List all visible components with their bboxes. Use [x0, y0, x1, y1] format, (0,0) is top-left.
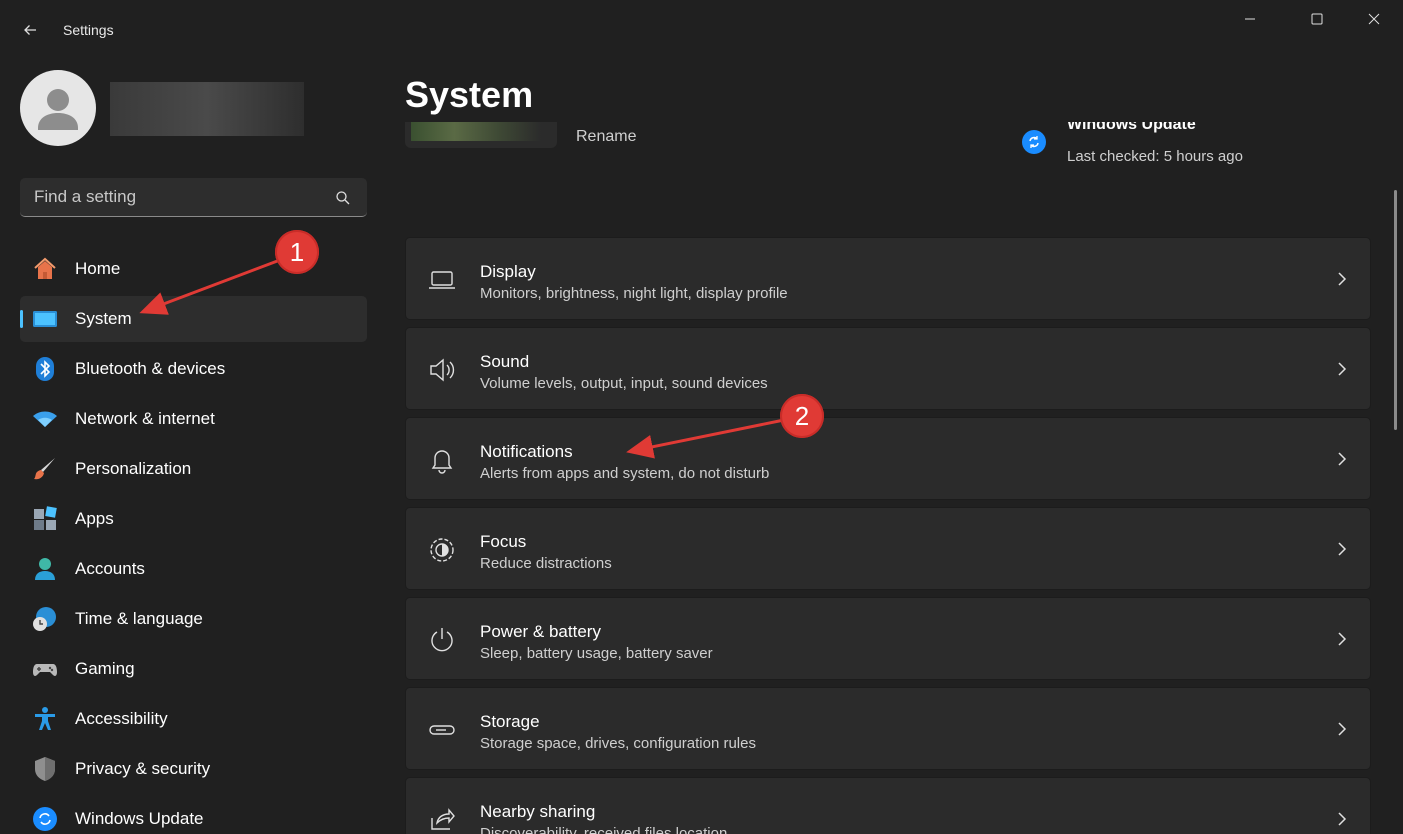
sidebar-item-label: Personalization — [75, 459, 192, 478]
update-icon — [32, 806, 58, 832]
card-power-battery[interactable]: Power & battery Sleep, battery usage, ba… — [405, 597, 1371, 680]
close-icon — [1368, 13, 1380, 25]
sidebar-item-privacy[interactable]: Privacy & security — [20, 746, 367, 792]
chevron-right-icon — [1334, 628, 1350, 650]
storage-icon — [428, 716, 456, 744]
sidebar-item-gaming[interactable]: Gaming — [20, 646, 367, 692]
page-title: System — [405, 74, 534, 115]
rename-link[interactable]: Rename — [576, 128, 636, 146]
search-icon[interactable] — [335, 190, 351, 206]
chevron-right-icon — [1334, 808, 1350, 830]
sidebar-item-windows-update[interactable]: Windows Update — [20, 796, 367, 834]
apps-icon — [32, 506, 58, 532]
avatar[interactable] — [20, 70, 96, 146]
system-icon — [32, 306, 58, 332]
card-subtitle: Sleep, battery usage, battery saver — [480, 645, 713, 662]
card-display[interactable]: Display Monitors, brightness, night ligh… — [405, 237, 1371, 320]
card-title: Notifications — [480, 442, 573, 461]
sidebar-item-accessibility[interactable]: Accessibility — [20, 696, 367, 742]
sidebar-item-accounts[interactable]: Accounts — [20, 546, 367, 592]
speaker-icon — [428, 356, 456, 384]
chevron-right-icon — [1334, 448, 1350, 470]
card-nearby-sharing[interactable]: Nearby sharing Discoverability, received… — [405, 777, 1371, 834]
maximize-icon — [1311, 13, 1323, 25]
sidebar-item-personalization[interactable]: Personalization — [20, 446, 367, 492]
card-title: Focus — [480, 532, 527, 551]
sidebar-item-label: Bluetooth & devices — [75, 359, 226, 378]
scrollbar[interactable] — [1394, 190, 1397, 430]
accessibility-icon — [32, 706, 58, 732]
shield-icon — [32, 756, 58, 782]
device-thumbnail — [405, 122, 557, 148]
home-icon — [32, 256, 58, 282]
accounts-icon — [32, 556, 58, 582]
card-subtitle: Volume levels, output, input, sound devi… — [480, 375, 768, 392]
card-subtitle: Alerts from apps and system, do not dist… — [480, 465, 770, 482]
sidebar-item-label: Network & internet — [75, 409, 215, 428]
globe-clock-icon — [32, 606, 58, 632]
focus-icon — [428, 536, 456, 564]
minimize-icon — [1245, 18, 1255, 20]
sidebar-item-time-language[interactable]: Time & language — [20, 596, 367, 642]
windows-update-status: Last checked: 5 hours ago — [1067, 148, 1243, 165]
card-subtitle: Reduce distractions — [480, 555, 612, 572]
card-subtitle: Storage space, drives, configuration rul… — [480, 735, 756, 752]
profile-name-redacted — [110, 82, 304, 136]
chevron-right-icon — [1334, 538, 1350, 560]
search-input[interactable] — [20, 178, 367, 216]
maximize-button[interactable] — [1294, 0, 1340, 38]
card-sound[interactable]: Sound Volume levels, output, input, soun… — [405, 327, 1371, 410]
card-focus[interactable]: Focus Reduce distractions — [405, 507, 1371, 590]
settings-list: Display Monitors, brightness, night ligh… — [405, 237, 1371, 834]
card-title: Sound — [480, 352, 530, 371]
update-icon[interactable] — [1022, 130, 1046, 154]
sidebar-item-label: System — [75, 309, 132, 328]
sidebar-item-apps[interactable]: Apps — [20, 496, 367, 542]
search-box[interactable] — [20, 178, 367, 217]
sidebar-item-label: Home — [75, 259, 121, 278]
sidebar-item-bluetooth[interactable]: Bluetooth & devices — [20, 346, 367, 392]
sidebar-item-label: Apps — [75, 509, 114, 528]
annotation-badge-1: 1 — [275, 230, 319, 274]
card-title: Display — [480, 262, 536, 281]
chevron-right-icon — [1334, 268, 1350, 290]
sidebar-item-system[interactable]: System — [20, 296, 367, 342]
bluetooth-icon — [32, 356, 58, 382]
power-icon — [428, 626, 456, 654]
card-title: Storage — [480, 712, 540, 731]
windows-update-title[interactable]: Windows Update — [1067, 122, 1267, 138]
title-bar: Settings — [0, 0, 1403, 60]
chevron-right-icon — [1334, 358, 1350, 380]
card-subtitle: Monitors, brightness, night light, displ… — [480, 285, 788, 302]
gamepad-icon — [32, 656, 58, 682]
back-arrow-icon — [24, 25, 36, 35]
back-button[interactable] — [14, 14, 46, 46]
close-button[interactable] — [1351, 0, 1397, 38]
card-subtitle: Discoverability, received files location — [480, 825, 728, 834]
sidebar-item-label: Time & language — [75, 609, 203, 628]
sidebar-item-network[interactable]: Network & internet — [20, 396, 367, 442]
card-notifications[interactable]: Notifications Alerts from apps and syste… — [405, 417, 1371, 500]
wifi-icon — [32, 406, 58, 432]
sidebar-nav: Home System Bluetooth & devices Network … — [20, 246, 367, 834]
brush-icon — [32, 456, 58, 482]
sidebar-item-label: Accounts — [75, 559, 145, 578]
card-title: Power & battery — [480, 622, 601, 641]
chevron-right-icon — [1334, 718, 1350, 740]
share-icon — [428, 806, 456, 834]
user-icon — [38, 89, 78, 130]
sidebar-item-label: Accessibility — [75, 709, 168, 728]
sidebar-item-label: Windows Update — [75, 809, 204, 828]
bell-icon — [428, 446, 456, 474]
sidebar-item-label: Gaming — [75, 659, 135, 678]
card-storage[interactable]: Storage Storage space, drives, configura… — [405, 687, 1371, 770]
minimize-button[interactable] — [1227, 0, 1273, 38]
annotation-badge-2: 2 — [780, 394, 824, 438]
laptop-icon — [428, 266, 456, 294]
sidebar-item-label: Privacy & security — [75, 759, 211, 778]
app-title: Settings — [63, 22, 114, 38]
card-title: Nearby sharing — [480, 802, 596, 821]
